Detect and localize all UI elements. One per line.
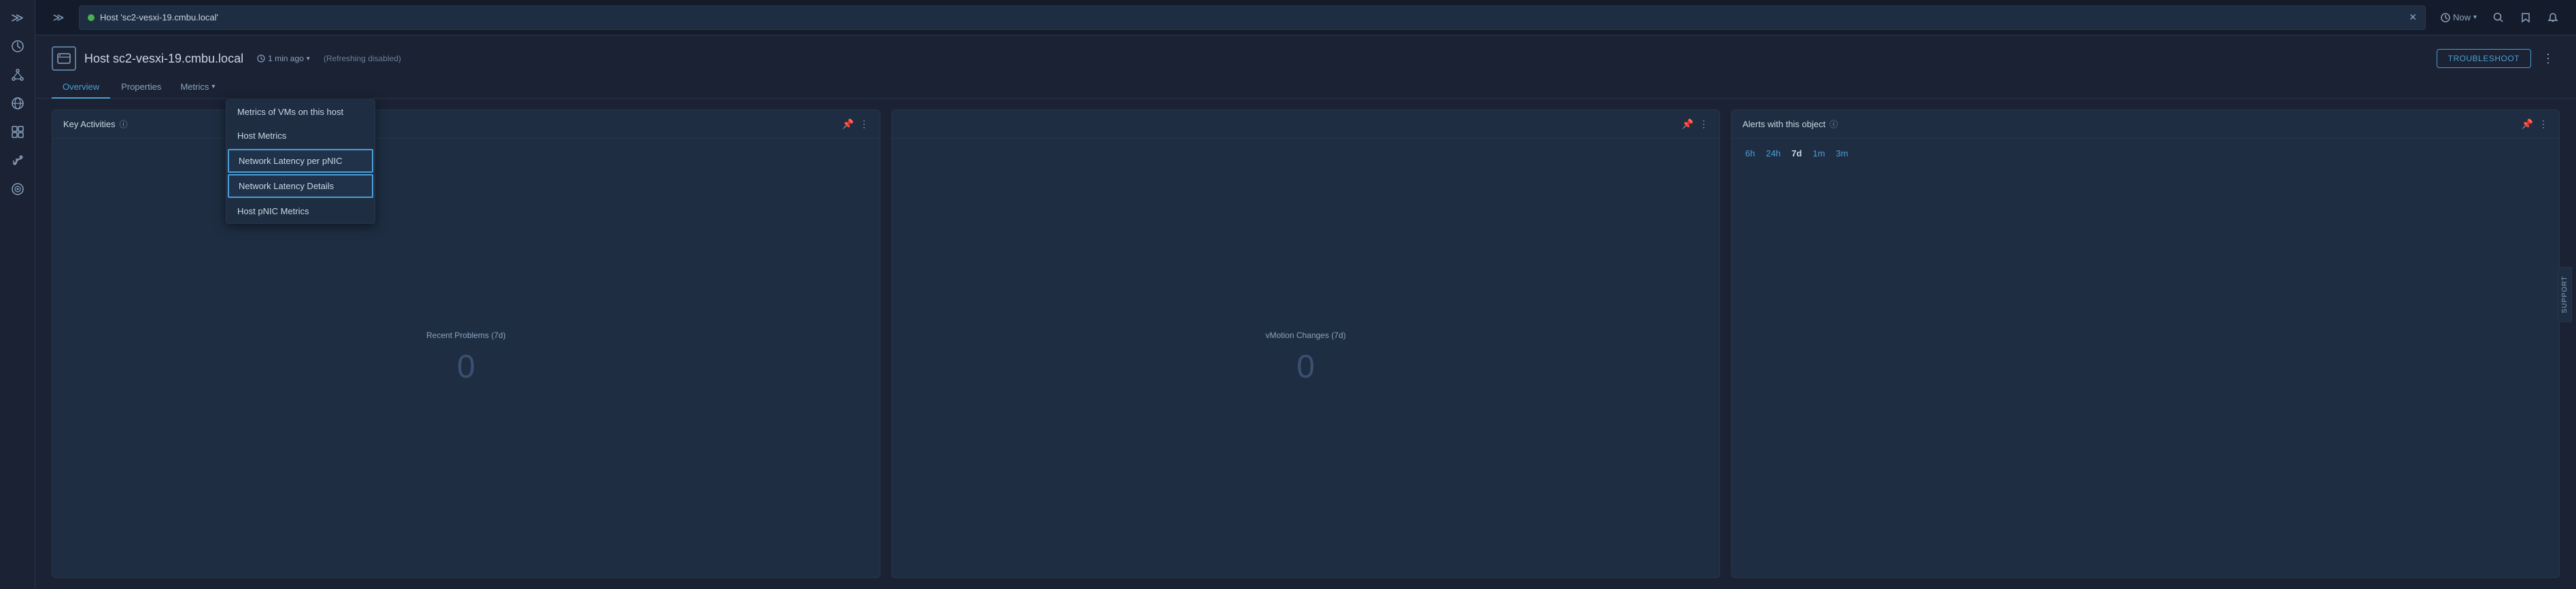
dashboard-icon[interactable]: [5, 34, 30, 58]
network-icon[interactable]: [5, 63, 30, 87]
key-activities-zero: 0: [457, 348, 475, 386]
cards-area: Key Activities ⓘ 📌 ⋮ Recent Problems (7d…: [35, 99, 2576, 589]
topbar: ≫ Host 'sc2-vesxi-19.cmbu.local' ✕ Now ▾: [35, 0, 2576, 35]
topbar-actions: Now ▾: [2434, 5, 2565, 30]
key-activities-card-body: Recent Problems (7d) 0: [52, 139, 880, 577]
dropdown-item-network-latency-details[interactable]: Network Latency Details: [228, 174, 373, 198]
metrics-dropdown-button[interactable]: Metrics ▾: [172, 76, 223, 99]
tab-overview[interactable]: Overview: [52, 76, 110, 99]
alerts-card-actions: 📌 ⋮: [2522, 118, 2548, 130]
bell-icon: [2547, 12, 2558, 23]
time-filter-6h[interactable]: 6h: [1742, 147, 1757, 160]
dropdown-item-host-metrics[interactable]: Host Metrics: [226, 124, 375, 148]
host-actions: TROUBLESHOOT ⋮: [2437, 49, 2560, 69]
key-activities-title-text: Key Activities: [63, 119, 116, 129]
key-activities-pin-button[interactable]: 📌: [842, 118, 854, 130]
vmotion-label: vMotion Changes (7d): [1265, 331, 1345, 340]
time-filter-1m[interactable]: 1m: [1810, 147, 1827, 160]
vmotion-more-button[interactable]: ⋮: [1699, 118, 1708, 130]
dropdown-item-vms[interactable]: Metrics of VMs on this host: [226, 100, 375, 124]
recent-problems-label: Recent Problems (7d): [426, 331, 506, 340]
key-activities-info-icon[interactable]: ⓘ: [120, 118, 128, 130]
cluster-icon[interactable]: [5, 120, 30, 144]
host-title: Host sc2-vesxi-19.cmbu.local: [84, 52, 243, 66]
clock-small-icon: [257, 54, 265, 63]
dropdown-item-host-pnic[interactable]: Host pNIC Metrics: [226, 199, 375, 223]
vmotion-zero: 0: [1296, 348, 1315, 386]
target-icon[interactable]: [5, 177, 30, 201]
dropdown-item-network-latency-pnic-label: Network Latency per pNIC: [239, 156, 342, 166]
refresh-status: (Refreshing disabled): [324, 54, 401, 63]
metrics-chevron: ▾: [211, 83, 215, 90]
metrics-label: Metrics: [180, 82, 209, 92]
sidebar: ≫: [0, 0, 35, 589]
tab-properties-label: Properties: [121, 82, 161, 92]
dropdown-item-network-latency-details-label: Network Latency Details: [239, 181, 334, 191]
now-chevron: ▾: [2473, 14, 2477, 21]
globe-icon[interactable]: [5, 91, 30, 116]
alerts-info-icon[interactable]: ⓘ: [1830, 118, 1838, 130]
now-label: Now: [2453, 12, 2471, 22]
nav-tabs: Overview Properties Metrics ▾ Metrics of…: [35, 71, 2576, 99]
search-button[interactable]: [2486, 5, 2511, 30]
search-icon: [2493, 12, 2504, 23]
expand-panel-button[interactable]: ≫: [46, 5, 71, 30]
vmotion-card-actions: 📌 ⋮: [1682, 118, 1708, 130]
host-more-button[interactable]: ⋮: [2537, 49, 2560, 69]
bookmark-button[interactable]: [2513, 5, 2538, 30]
host-icon: [52, 46, 76, 71]
key-activities-card-header: Key Activities ⓘ 📌 ⋮: [52, 110, 880, 139]
content-area: Host sc2-vesxi-19.cmbu.local 1 min ago ▾…: [35, 35, 2576, 589]
alerts-title: Alerts with this object ⓘ: [1742, 118, 1838, 130]
dropdown-item-network-latency-pnic[interactable]: Network Latency per pNIC: [228, 149, 373, 173]
time-filters: 6h 24h 7d 1m 3m: [1732, 139, 2559, 168]
expand-icon[interactable]: ≫: [5, 5, 30, 30]
time-chevron: ▾: [307, 55, 310, 63]
alerts-more-button[interactable]: ⋮: [2539, 118, 2548, 130]
tab-overview-label: Overview: [63, 82, 99, 92]
host-time[interactable]: 1 min ago ▾: [257, 54, 310, 63]
status-dot: [88, 14, 95, 21]
dropdown-item-vms-label: Metrics of VMs on this host: [237, 107, 343, 117]
key-activities-card: Key Activities ⓘ 📌 ⋮ Recent Problems (7d…: [52, 110, 880, 578]
dropdown-item-host-metrics-label: Host Metrics: [237, 131, 286, 141]
time-filter-24h[interactable]: 24h: [1763, 147, 1783, 160]
clock-icon: [2441, 13, 2450, 22]
metrics-dropdown-menu: Metrics of VMs on this host Host Metrics…: [226, 99, 375, 224]
bookmark-icon: [2521, 12, 2530, 23]
alerts-card-body: [1732, 168, 2559, 577]
key-activities-more-button[interactable]: ⋮: [859, 118, 869, 130]
key-activities-card-actions: 📌 ⋮: [842, 118, 869, 130]
notifications-button[interactable]: [2541, 5, 2565, 30]
support-tab[interactable]: SUPPORT: [2558, 267, 2572, 322]
host-header: Host sc2-vesxi-19.cmbu.local 1 min ago ▾…: [35, 35, 2576, 71]
troubleshoot-button[interactable]: TROUBLESHOOT: [2437, 49, 2531, 68]
vmotion-pin-button[interactable]: 📌: [1682, 118, 1694, 130]
tab-properties[interactable]: Properties: [110, 76, 172, 99]
vmotion-card-body: vMotion Changes (7d) 0: [892, 139, 1719, 577]
alerts-card-header: Alerts with this object ⓘ 📌 ⋮: [1732, 110, 2559, 139]
support-label: SUPPORT: [2561, 275, 2569, 313]
tab-title: Host 'sc2-vesxi-19.cmbu.local': [100, 12, 218, 22]
alerts-pin-button[interactable]: 📌: [2522, 118, 2533, 130]
time-filter-3m[interactable]: 3m: [1833, 147, 1851, 160]
vmotion-card-header: 📌 ⋮: [892, 110, 1719, 139]
key-activities-title: Key Activities ⓘ: [63, 118, 128, 130]
vmotion-card: 📌 ⋮ vMotion Changes (7d) 0: [891, 110, 1720, 578]
alerts-title-text: Alerts with this object: [1742, 119, 1825, 129]
close-tab-button[interactable]: ✕: [2409, 12, 2417, 23]
time-ago-label: 1 min ago: [268, 54, 304, 63]
alerts-card: Alerts with this object ⓘ 📌 ⋮ 6h 24h 7d …: [1731, 110, 2560, 578]
dropdown-item-host-pnic-label: Host pNIC Metrics: [237, 206, 309, 216]
tools-icon[interactable]: [5, 148, 30, 173]
time-filter-7d[interactable]: 7d: [1789, 147, 1804, 160]
main-area: ≫ Host 'sc2-vesxi-19.cmbu.local' ✕ Now ▾: [35, 0, 2576, 589]
host-tab[interactable]: Host 'sc2-vesxi-19.cmbu.local' ✕: [79, 5, 2426, 30]
now-button[interactable]: Now ▾: [2434, 8, 2484, 27]
